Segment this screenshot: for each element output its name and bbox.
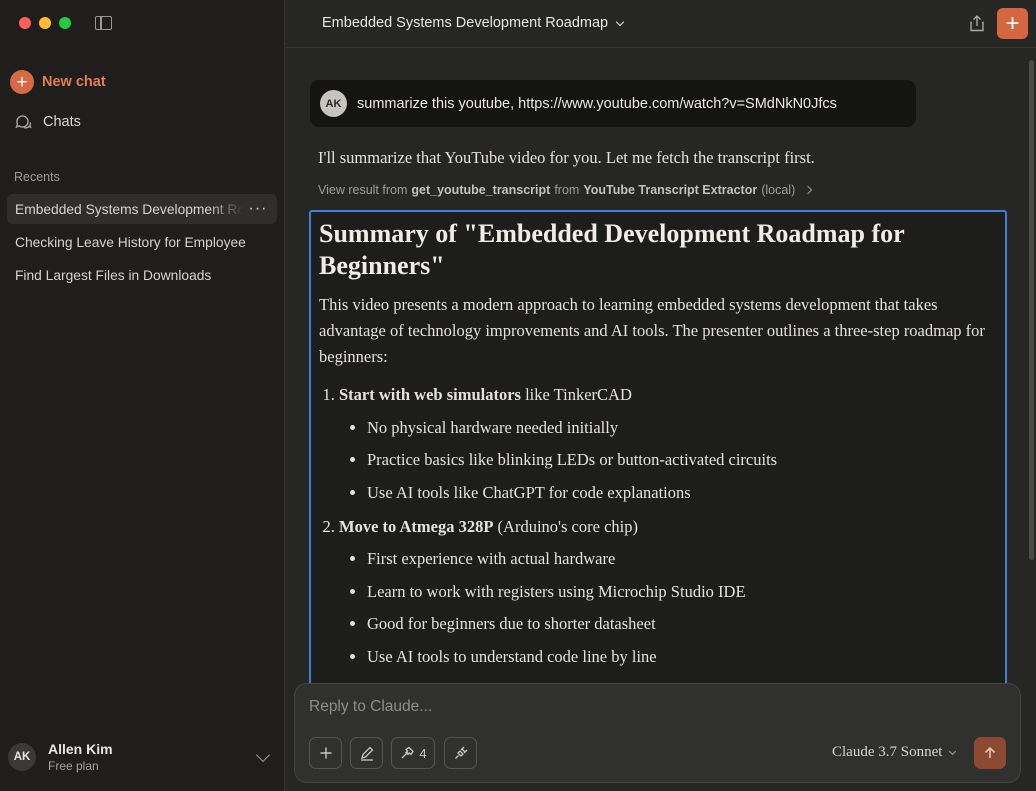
chevron-down-icon <box>615 17 625 26</box>
sidebar: + New chat Chats Recents Embedded System… <box>0 0 285 791</box>
chevron-right-icon <box>804 185 813 195</box>
conversation-title: Embedded Systems Development Roadmap <box>322 15 609 31</box>
recent-chat-item[interactable]: Checking Leave History for Employee <box>7 227 277 257</box>
tool-result-middle: from <box>554 183 580 197</box>
step-bullet: Learn to work with registers using Micro… <box>367 579 997 605</box>
user-meta: Allen Kim Free plan <box>48 741 258 773</box>
style-button[interactable] <box>350 737 383 769</box>
header: Embedded Systems Development Roadmap + <box>286 0 1036 48</box>
window-controls <box>19 17 71 29</box>
pen-icon <box>360 746 373 761</box>
recents-heading: Recents <box>14 170 60 184</box>
plus-icon: + <box>10 70 34 94</box>
new-chat-label: New chat <box>42 74 106 90</box>
recent-chat-item[interactable]: Find Largest Files in Downloads <box>7 260 277 290</box>
scrollbar[interactable] <box>1029 60 1034 560</box>
share-icon[interactable] <box>968 14 986 32</box>
step-bullet: First experience with actual hardware <box>367 546 997 572</box>
tool-result-link[interactable]: View result from get_youtube_transcript … <box>318 183 813 197</box>
chat-bubbles-icon <box>15 115 32 129</box>
more-options-icon[interactable]: ··· <box>247 200 269 218</box>
step-title: Start with web simulators <box>339 385 521 404</box>
tool-result-suffix: (local) <box>761 183 796 197</box>
hammer-icon <box>401 746 415 759</box>
step-bullet: Use AI tools to understand code line by … <box>367 644 997 670</box>
tool-server-name: YouTube Transcript Extractor <box>583 183 758 197</box>
maximize-window-button[interactable] <box>59 17 71 29</box>
add-button[interactable]: + <box>997 8 1028 39</box>
user-plan: Free plan <box>48 759 99 773</box>
plug-icon <box>454 746 467 759</box>
minimize-window-button[interactable] <box>39 17 51 29</box>
close-window-button[interactable] <box>19 17 31 29</box>
recent-chat-item[interactable]: Embedded Systems Development Roadmap ··· <box>7 194 277 224</box>
tool-name: get_youtube_transcript <box>411 183 551 197</box>
tools-button[interactable]: 4 <box>391 737 435 769</box>
summary-content: Summary of "Embedded Development Roadmap… <box>309 210 1007 690</box>
avatar: AK <box>320 90 347 117</box>
user-message: AK summarize this youtube, https://www.y… <box>310 80 916 127</box>
step-bullet: No physical hardware needed initially <box>367 415 997 441</box>
step-bullet: Practice basics like blinking LEDs or bu… <box>367 447 997 473</box>
tools-count: 4 <box>419 745 427 761</box>
attach-button[interactable] <box>309 737 342 769</box>
recent-chat-label: Embedded Systems Development Roadmap <box>15 201 243 217</box>
integrations-button[interactable] <box>444 737 477 769</box>
avatar: AK <box>8 743 36 771</box>
step-bullet: Use AI tools like ChatGPT for code expla… <box>367 480 997 506</box>
chats-label: Chats <box>43 114 81 130</box>
plus-icon <box>320 747 331 759</box>
composer: 4 Claude 3.7 Sonnet <box>294 683 1021 783</box>
model-name: Claude 3.7 Sonnet <box>832 744 943 760</box>
model-selector[interactable]: Claude 3.7 Sonnet <box>832 744 957 761</box>
recent-chat-label: Find Largest Files in Downloads <box>15 267 212 283</box>
recent-chat-label: Checking Leave History for Employee <box>15 234 246 250</box>
step-title: Move to Atmega 328P <box>339 516 494 536</box>
chats-nav-item[interactable]: Chats <box>14 113 81 131</box>
step-detail: (Arduino's core chip) <box>493 516 638 536</box>
user-menu[interactable]: AK Allen Kim Free plan <box>8 741 278 773</box>
new-chat-button[interactable]: + New chat <box>10 70 106 94</box>
arrow-up-icon <box>984 746 996 758</box>
user-message-text: summarize this youtube, https://www.yout… <box>357 95 837 112</box>
conversation-title-button[interactable]: Embedded Systems Development Roadmap <box>322 15 625 31</box>
reply-input[interactable] <box>309 698 989 716</box>
tool-result-prefix: View result from <box>318 183 408 197</box>
summary-steps: Start with web simulators like TinkerCAD… <box>319 382 997 688</box>
sidebar-toggle-icon[interactable] <box>95 16 112 30</box>
summary-intro: This video presents a modern approach to… <box>319 295 985 366</box>
summary-step: Move to Atmega 328P (Arduino's core chip… <box>339 514 997 670</box>
summary-title: Summary of "Embedded Development Roadmap… <box>319 219 905 280</box>
step-bullet: Good for beginners due to shorter datash… <box>367 611 997 637</box>
send-button[interactable] <box>974 737 1006 769</box>
chevron-down-icon <box>255 747 271 763</box>
chevron-down-icon <box>949 747 957 755</box>
user-name: Allen Kim <box>48 741 113 757</box>
assistant-intro-text: I'll summarize that YouTube video for yo… <box>318 148 815 167</box>
step-detail: like TinkerCAD <box>520 385 632 404</box>
summary-step: Start with web simulators like TinkerCAD… <box>339 382 997 506</box>
